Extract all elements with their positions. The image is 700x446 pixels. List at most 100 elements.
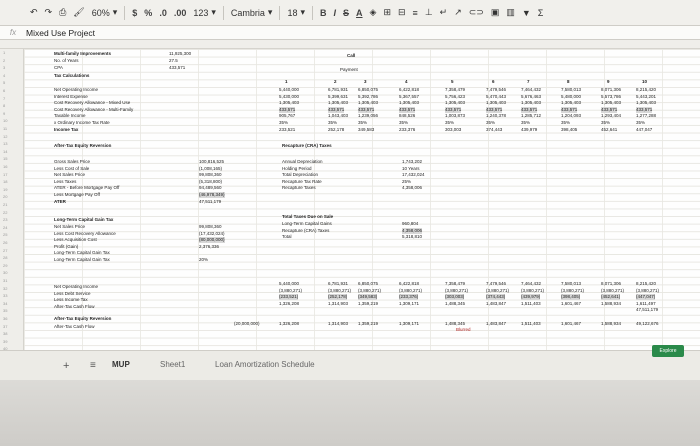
value-cell[interactable]: 17,432,024	[402, 172, 425, 178]
value-cell[interactable]: 233,376	[399, 127, 415, 133]
year-header[interactable]: 7	[527, 79, 530, 85]
value-cell[interactable]: 5,440,000	[279, 87, 299, 93]
year-header[interactable]: 2	[334, 79, 337, 85]
value-cell[interactable]: 447,047	[636, 127, 652, 133]
row-label[interactable]: Income Tax	[54, 127, 78, 133]
value-cell[interactable]: 8,071,306	[601, 87, 621, 93]
value-cell[interactable]: 6,422,818	[399, 281, 419, 287]
section-title[interactable]: Total Taxes Due on Sale	[282, 214, 333, 220]
row-label[interactable]: ATER	[54, 199, 66, 205]
value-cell[interactable]: 1,359,219	[358, 321, 378, 327]
section-title[interactable]: Recapture (CRA) Taxes	[282, 143, 332, 149]
value-cell[interactable]: (5,318,800)	[199, 179, 222, 185]
value-cell[interactable]: 7,358,479	[445, 281, 465, 287]
value-cell[interactable]: 1,305,403	[601, 100, 621, 106]
value-cell[interactable]: 25%	[402, 179, 411, 185]
row-number[interactable]: 24	[3, 225, 7, 230]
year-header[interactable]: 6	[492, 79, 495, 85]
value-cell[interactable]: (3,880,271)	[358, 288, 381, 294]
row-label[interactable]: Recapture Tax Rate	[282, 179, 322, 185]
value-cell[interactable]: 35%	[636, 120, 645, 126]
year-header[interactable]: 8	[567, 79, 570, 85]
row-label[interactable]: Gross Sales Price	[54, 159, 90, 165]
value-cell[interactable]: 1,305,403	[486, 100, 506, 106]
value-cell[interactable]: (3,880,271)	[601, 288, 624, 294]
row-number[interactable]: 13	[3, 141, 7, 146]
text-color-button[interactable]: A	[356, 8, 363, 18]
value-cell[interactable]: 5,470,443	[486, 94, 506, 100]
row-label[interactable]: x Ordinary Income Tax Rate	[54, 120, 110, 126]
link-icon[interactable]: ⊂⊃	[469, 7, 484, 18]
year-header[interactable]: 4	[405, 79, 408, 85]
value-cell[interactable]: (252,178)	[328, 294, 348, 301]
value-cell[interactable]: 1,305,403	[445, 100, 465, 106]
value-cell[interactable]: 35%	[399, 120, 408, 126]
value-cell[interactable]: 49,122,676	[636, 321, 659, 327]
paint-format-icon[interactable]: 🖌	[73, 7, 84, 18]
row-number[interactable]: 38	[3, 331, 7, 336]
value-cell[interactable]: 433,571	[358, 106, 375, 113]
row-label[interactable]: Less Cost of Sale	[54, 166, 89, 172]
value-cell[interactable]: 233,521	[279, 127, 295, 133]
decrease-decimal-button[interactable]: .0	[159, 8, 167, 18]
year-header[interactable]: 5	[451, 79, 454, 85]
row-label[interactable]: After-Tax Cash Flow	[54, 324, 95, 330]
value-cell[interactable]: 35%	[521, 120, 530, 126]
comment-icon[interactable]: ▣	[491, 7, 500, 18]
value-cell[interactable]: 1,277,288	[636, 113, 656, 119]
value-cell[interactable]: (80,000,000)	[199, 237, 225, 244]
row-label[interactable]: Profit (Gain)	[54, 244, 78, 250]
value-cell[interactable]: 303,003	[445, 127, 461, 133]
row-number[interactable]: 16	[3, 164, 7, 169]
chart-icon[interactable]: ▥	[506, 7, 515, 18]
value-cell[interactable]: 433,571	[328, 106, 345, 113]
value-cell[interactable]: 7,479,546	[486, 281, 506, 287]
value-cell[interactable]: (349,583)	[358, 294, 378, 301]
value-cell[interactable]: 7,464,432	[521, 281, 541, 287]
row-number[interactable]: 8	[3, 103, 5, 108]
row-label[interactable]: Less Debt Service	[54, 291, 91, 297]
row-label[interactable]: Interest Expense	[54, 94, 88, 100]
value-cell[interactable]: 5,367,557	[399, 94, 419, 100]
row-number[interactable]: 27	[3, 248, 7, 253]
column-headers[interactable]	[0, 40, 700, 49]
row-label[interactable]: Long-Term Capital Gains	[282, 221, 332, 227]
value-cell[interactable]: 5,440,000	[279, 281, 299, 287]
value-cell[interactable]: 6,781,931	[328, 87, 348, 93]
value-cell[interactable]: (3,880,271)	[636, 288, 659, 294]
row-label[interactable]: After-Tax Cash Flow	[54, 304, 95, 310]
value-cell[interactable]: 1,601,467	[561, 301, 581, 307]
value-cell[interactable]: (3,880,271)	[328, 288, 351, 294]
value-cell[interactable]: (233,521)	[279, 294, 299, 301]
year-header[interactable]: 9	[607, 79, 610, 85]
explore-button[interactable]: Explore	[652, 345, 684, 357]
value-cell[interactable]: 1,240,378	[486, 113, 506, 119]
row-number[interactable]: 33	[3, 293, 7, 298]
row-label[interactable]: Long-Term Capital Gain Tax	[54, 250, 110, 256]
row-number[interactable]: 29	[3, 263, 7, 268]
row-label[interactable]: Net Sales Price	[54, 224, 85, 230]
value-cell[interactable]: 1,326,208	[279, 301, 299, 307]
value-cell[interactable]: 1,309,171	[399, 321, 419, 327]
value-cell[interactable]: 6,850,075	[358, 87, 378, 93]
print-icon[interactable]: ⎙	[59, 7, 66, 18]
value-cell[interactable]: (3,880,271)	[399, 288, 422, 294]
zoom-select[interactable]: 60% ▾	[92, 7, 118, 18]
value-cell[interactable]: (3,880,271)	[486, 288, 509, 294]
row-number[interactable]: 3	[3, 65, 5, 70]
value-cell[interactable]: (3,880,271)	[279, 288, 302, 294]
value-cell[interactable]: (3,880,271)	[521, 288, 544, 294]
row-number[interactable]: 10	[3, 118, 7, 123]
value-cell[interactable]: 8,071,306	[601, 281, 621, 287]
row-label[interactable]: Less Income Tax	[54, 297, 88, 303]
value-cell[interactable]: 398,405	[561, 127, 577, 133]
sheet-grid[interactable]: Multi-family Improvements No. of Years C…	[24, 49, 700, 350]
cell-label[interactable]: Tax Calculations	[54, 73, 89, 79]
borders-icon[interactable]: ⊞	[383, 7, 391, 18]
row-label[interactable]: Annual Depreciation	[282, 159, 323, 165]
value-cell[interactable]: 7,479,546	[486, 87, 506, 93]
font-select[interactable]: Cambria ▾	[231, 7, 273, 18]
merge-icon[interactable]: ⊟	[398, 7, 406, 18]
value-cell[interactable]: 1,601,467	[561, 321, 581, 327]
italic-button[interactable]: I	[334, 8, 337, 18]
